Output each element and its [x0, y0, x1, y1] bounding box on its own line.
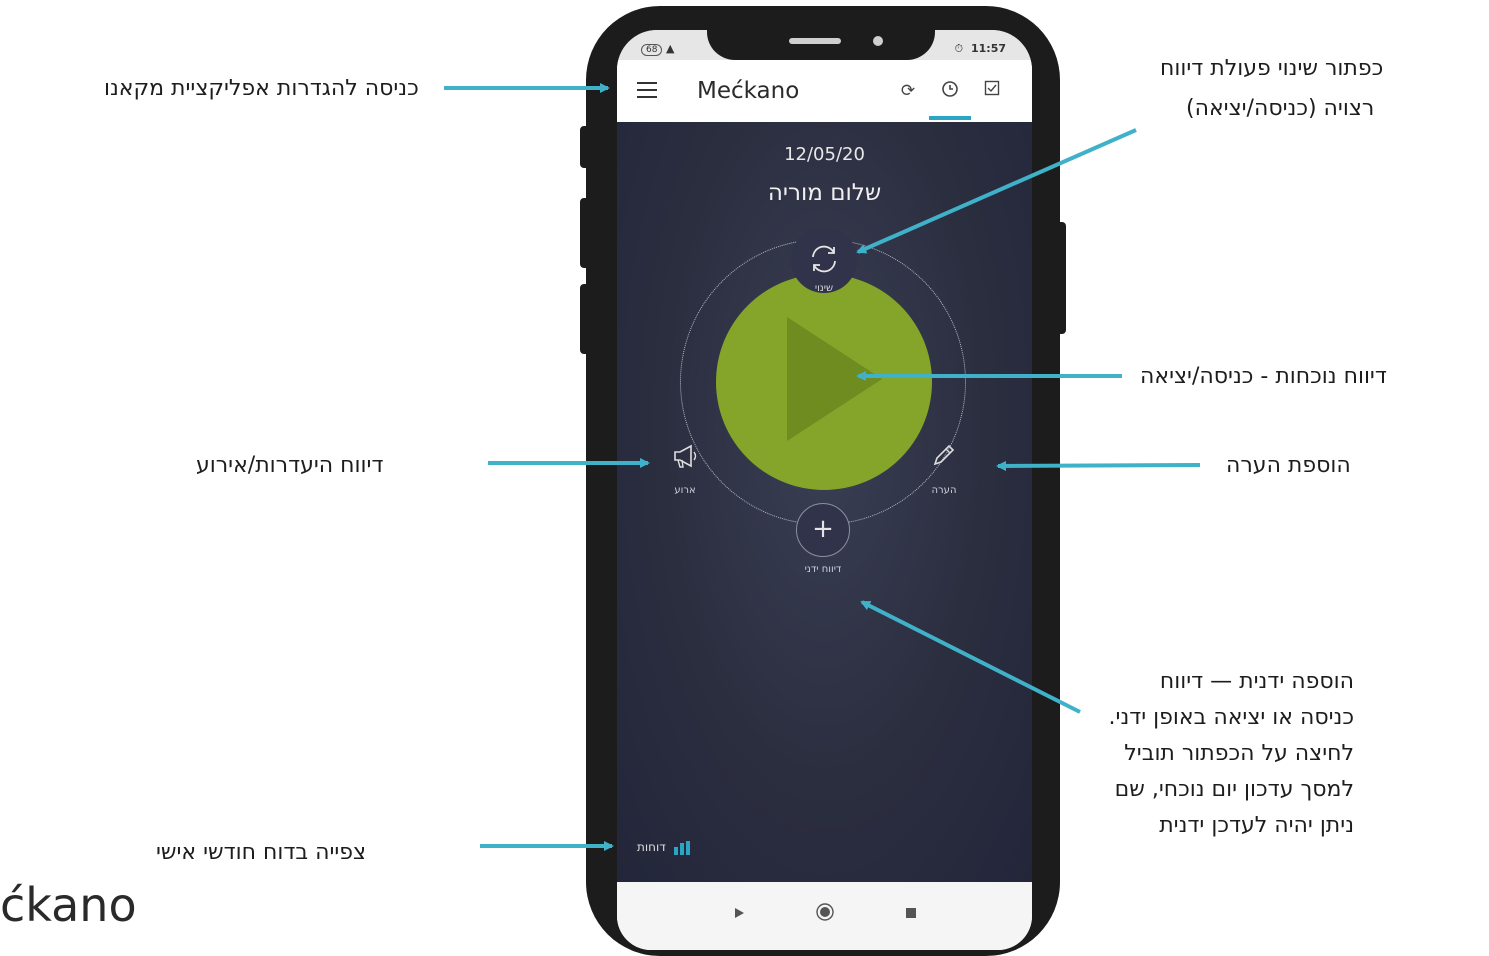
manual-report-button[interactable]: +	[796, 503, 850, 557]
annotation-change-action-1: כפתור שינוי פעולת דיווח	[1160, 56, 1384, 81]
nav-recents-icon[interactable]	[899, 902, 923, 926]
clock-icon[interactable]	[939, 80, 961, 102]
nav-back-icon[interactable]	[727, 902, 751, 926]
app-title: Mećkano	[697, 78, 800, 104]
bar-chart-icon	[673, 840, 690, 855]
hamburger-icon[interactable]	[637, 82, 657, 98]
annotation-change-action-2: רצויה (כניסה/יציאה)	[1186, 96, 1375, 121]
pencil-icon[interactable]	[927, 440, 959, 472]
phone-screen: 68 ▲ ⏱ 11:57 Mećkano ⟳ 12/05/20 שלום מור…	[617, 30, 1032, 950]
current-date: 12/05/20	[784, 144, 865, 165]
event-label: ארוע	[674, 485, 696, 496]
checkbox-icon[interactable]	[981, 80, 1003, 102]
switch-label: שינוי	[814, 283, 834, 294]
annotation-monthly-report: צפייה בדוח חודשי אישי	[156, 840, 367, 865]
plus-icon: +	[812, 514, 834, 544]
play-icon	[787, 317, 882, 441]
annotation-presence-report: דיווח נוכחות - כניסה/יציאה	[1140, 364, 1387, 389]
footer-brand: ćkano	[0, 878, 137, 932]
phone-camera	[873, 36, 883, 46]
note-label: הערה	[931, 485, 957, 496]
status-battery: 68 ▲	[641, 42, 674, 56]
nav-home-icon[interactable]	[813, 902, 837, 926]
reports-link[interactable]: דוחות	[637, 840, 690, 855]
active-tab-indicator	[929, 116, 971, 120]
annotation-manual-add: הוספה ידנית — דיווח כניסה או יציאה באופן…	[1108, 669, 1354, 838]
megaphone-icon[interactable]	[669, 440, 701, 472]
refresh-icon[interactable]: ⟳	[897, 80, 919, 102]
status-time: ⏱ 11:57	[954, 42, 1006, 55]
manual-report-label: דיווח ידני	[804, 564, 842, 575]
signal-icon: ▲	[665, 42, 675, 55]
android-nav-bar	[617, 882, 1032, 950]
annotation-absence-event: דיווח היעדרות/אירוע	[196, 453, 384, 478]
phone-notch	[707, 6, 935, 60]
alarm-icon: ⏱	[954, 42, 964, 55]
phone-speaker	[789, 38, 841, 44]
sync-icon	[812, 245, 836, 273]
annotation-settings: כניסה להגדרות אפליקציית מקאנו	[104, 76, 419, 101]
main-content: 12/05/20 שלום מוריה שינוי ארוע הערה + די…	[617, 122, 1032, 882]
app-bar: Mećkano ⟳	[617, 60, 1032, 122]
annotation-add-note: הוספת הערה	[1226, 453, 1351, 478]
greeting: שלום מוריה	[767, 180, 882, 206]
